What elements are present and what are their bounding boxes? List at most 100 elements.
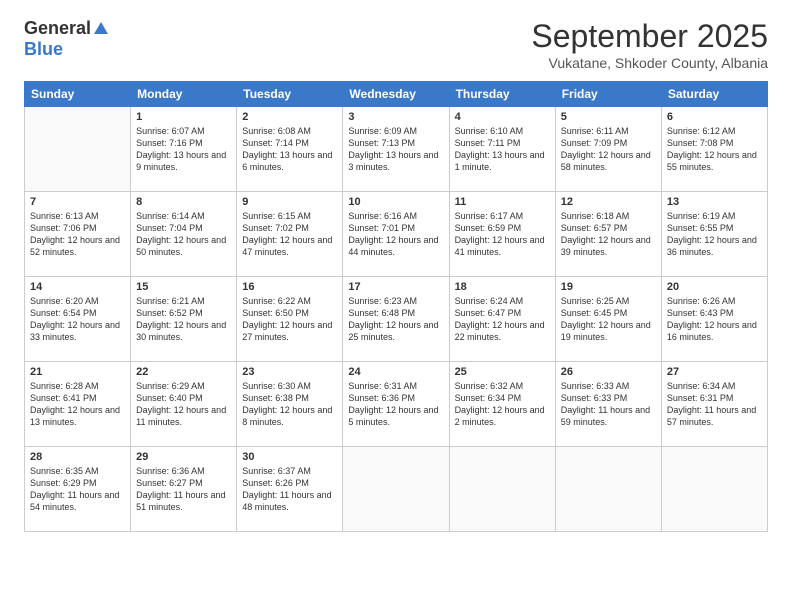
cell-info: Sunrise: 6:37 AMSunset: 6:26 PMDaylight:… [242, 465, 337, 514]
sunset-label: Sunset: 7:08 PM [667, 138, 734, 148]
sunrise-label: Sunrise: 6:07 AM [136, 126, 205, 136]
week-row-5: 28 Sunrise: 6:35 AM Sunset: 6:29 PM Dayligh… [25, 447, 768, 532]
day-number: 24 [348, 366, 443, 378]
sunset-label: Sunset: 7:06 PM [30, 223, 97, 233]
calendar-cell: 6Sunrise: 6:12 AMSunset: 7:08 PMDaylight… [661, 107, 767, 192]
sunrise-label: Sunrise: 6:22 AM [242, 296, 311, 306]
daylight-label: Daylight: 12 hours and 2 minutes. [455, 405, 545, 427]
daylight-label: Daylight: 11 hours and 57 minutes. [667, 405, 756, 427]
cell-info: Sunrise: 6:18 AMSunset: 6:57 PMDaylight:… [561, 210, 656, 259]
sunset-label: Sunset: 6:57 PM [561, 223, 628, 233]
calendar-cell [555, 447, 661, 532]
daylight-label: Daylight: 12 hours and 39 minutes. [561, 235, 651, 257]
sunset-label: Sunset: 6:50 PM [242, 308, 309, 318]
calendar-cell: 26 Sunrise: 6:33 AMSunset: 6:33 PMDayligh… [555, 362, 661, 447]
sunrise-label: Sunrise: 6:19 AM [667, 211, 736, 221]
sunrise-label: Sunrise: 6:25 AM [561, 296, 630, 306]
day-number: 10 [348, 196, 443, 208]
calendar-cell: 5Sunrise: 6:11 AMSunset: 7:09 PMDaylight… [555, 107, 661, 192]
calendar-cell: 2Sunrise: 6:08 AMSunset: 7:14 PMDaylight… [237, 107, 343, 192]
sunrise-label: Sunrise: 6:28 AM [30, 381, 99, 391]
calendar-cell: 19Sunrise: 6:25 AMSunset: 6:45 PMDayligh… [555, 277, 661, 362]
day-number: 15 [136, 281, 231, 293]
day-number: 2 [242, 111, 337, 123]
sunrise-label: Sunrise: 6:30 AM [242, 381, 311, 391]
sunrise-label: Sunrise: 6:33 AM [561, 381, 630, 391]
calendar-cell: 8Sunrise: 6:14 AMSunset: 7:04 PMDaylight… [131, 192, 237, 277]
sunrise-label: Sunrise: 6:16 AM [348, 211, 417, 221]
calendar-cell: 9 Sunrise: 6:15 AMSunset: 7:02 PMDaylight… [237, 192, 343, 277]
page: General Blue September 2025 Vukatane, Sh… [0, 0, 792, 612]
daylight-label: Daylight: 12 hours and 44 minutes. [348, 235, 438, 257]
daylight-label: Daylight: 12 hours and 50 minutes. [136, 235, 226, 257]
cell-info: Sunrise: 6:23 AMSunset: 6:48 PMDaylight:… [348, 295, 443, 344]
cell-info: Sunrise: 6:28 AMSunset: 6:41 PMDaylight:… [30, 380, 125, 429]
calendar-cell: 1Sunrise: 6:07 AMSunset: 7:16 PMDaylight… [131, 107, 237, 192]
sunrise-label: Sunrise: 6:36 AM [136, 466, 205, 476]
calendar-cell: 11 Sunrise: 6:17 AMSunset: 6:59 PMDayligh… [449, 192, 555, 277]
sunrise-label: Sunrise: 6:26 AM [667, 296, 736, 306]
sunrise-label: Sunrise: 6:35 AM [30, 466, 99, 476]
sunrise-label: Sunrise: 6:15 AM [242, 211, 311, 221]
calendar-cell: 22Sunrise: 6:29 AMSunset: 6:40 PMDayligh… [131, 362, 237, 447]
calendar-cell: 4Sunrise: 6:10 AMSunset: 7:11 PMDaylight… [449, 107, 555, 192]
cell-info: Sunrise: 6:13 AMSunset: 7:06 PMDaylight:… [30, 210, 125, 259]
calendar-cell [343, 447, 449, 532]
day-number: 26 [561, 366, 656, 378]
daylight-label: Daylight: 13 hours and 3 minutes. [348, 150, 438, 172]
weekday-header-saturday: Saturday [661, 82, 767, 107]
daylight-label: Daylight: 12 hours and 13 minutes. [30, 405, 120, 427]
cell-info: Sunrise: 6:24 AMSunset: 6:47 PMDaylight:… [455, 295, 550, 344]
daylight-label: Daylight: 12 hours and 19 minutes. [561, 320, 651, 342]
day-number: 4 [455, 111, 550, 123]
sunset-label: Sunset: 6:43 PM [667, 308, 734, 318]
cell-info: Sunrise: 6:11 AMSunset: 7:09 PMDaylight:… [561, 125, 656, 174]
sunrise-label: Sunrise: 6:14 AM [136, 211, 205, 221]
sunrise-label: Sunrise: 6:12 AM [667, 126, 736, 136]
header: General Blue September 2025 Vukatane, Sh… [24, 18, 768, 71]
day-number: 17 [348, 281, 443, 293]
week-row-4: 21 Sunrise: 6:28 AMSunset: 6:41 PMDayligh… [25, 362, 768, 447]
sunrise-label: Sunrise: 6:20 AM [30, 296, 99, 306]
sunset-label: Sunset: 6:31 PM [667, 393, 734, 403]
calendar-cell: 17 Sunrise: 6:23 AMSunset: 6:48 PMDayligh… [343, 277, 449, 362]
logo-blue: Blue [24, 39, 63, 60]
sunrise-label: Sunrise: 6:23 AM [348, 296, 417, 306]
sunset-label: Sunset: 7:04 PM [136, 223, 203, 233]
cell-info: Sunrise: 6:19 AMSunset: 6:55 PMDaylight:… [667, 210, 762, 259]
calendar-cell: 20Sunrise: 6:26 AMSunset: 6:43 PMDayligh… [661, 277, 767, 362]
day-number: 7 [30, 196, 125, 208]
sunrise-label: Sunrise: 6:13 AM [30, 211, 99, 221]
day-number: 3 [348, 111, 443, 123]
cell-info: Sunrise: 6:32 AMSunset: 6:34 PMDaylight:… [455, 380, 550, 429]
day-number: 9 [242, 196, 337, 208]
sunset-label: Sunset: 6:52 PM [136, 308, 203, 318]
sunrise-label: Sunrise: 6:09 AM [348, 126, 417, 136]
day-number: 21 [30, 366, 125, 378]
daylight-label: Daylight: 13 hours and 1 minute. [455, 150, 545, 172]
sunset-label: Sunset: 7:09 PM [561, 138, 628, 148]
sunset-label: Sunset: 7:16 PM [136, 138, 203, 148]
calendar-cell: 23Sunrise: 6:30 AMSunset: 6:38 PMDayligh… [237, 362, 343, 447]
daylight-label: Daylight: 12 hours and 5 minutes. [348, 405, 438, 427]
daylight-label: Daylight: 11 hours and 48 minutes. [242, 490, 331, 512]
day-number: 6 [667, 111, 762, 123]
day-number: 11 [455, 196, 550, 208]
logo-general: General [24, 18, 91, 39]
calendar-cell: 27Sunrise: 6:34 AMSunset: 6:31 PMDayligh… [661, 362, 767, 447]
day-number: 13 [667, 196, 762, 208]
sunrise-label: Sunrise: 6:37 AM [242, 466, 311, 476]
day-number: 18 [455, 281, 550, 293]
calendar-cell: 28Sunrise: 6:35 AMSunset: 6:29 PMDayligh… [25, 447, 131, 532]
cell-info: Sunrise: 6:17 AMSunset: 6:59 PMDaylight:… [455, 210, 550, 259]
sunset-label: Sunset: 6:29 PM [30, 478, 97, 488]
cell-info: Sunrise: 6:15 AMSunset: 7:02 PMDaylight:… [242, 210, 337, 259]
daylight-label: Daylight: 12 hours and 27 minutes. [242, 320, 332, 342]
day-number: 28 [30, 451, 125, 463]
cell-info: Sunrise: 6:14 AM Sunset: 7:04 PM Daylight:… [136, 210, 231, 259]
cell-info: Sunrise: 6:33 AMSunset: 6:33 PMDaylight:… [561, 380, 656, 429]
day-number: 16 [242, 281, 337, 293]
sunrise-label: Sunrise: 6:24 AM [455, 296, 524, 306]
sunset-label: Sunset: 6:34 PM [455, 393, 522, 403]
calendar-cell: 29Sunrise: 6:36 AMSunset: 6:27 PMDayligh… [131, 447, 237, 532]
